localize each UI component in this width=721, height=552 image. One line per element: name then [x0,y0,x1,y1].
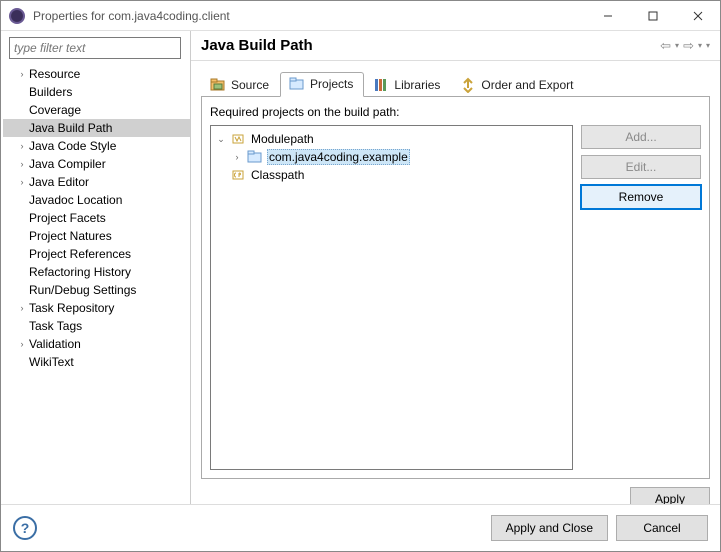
sidebar-item-label: WikiText [29,355,74,369]
expand-right-icon[interactable]: › [231,152,243,162]
libraries-icon [373,77,389,93]
maximize-button[interactable] [630,1,675,31]
sidebar-item-label: Resource [29,67,80,81]
apply-row: Apply [191,479,720,504]
tab-order-label: Order and Export [481,78,573,92]
tab-libraries-label: Libraries [394,78,440,92]
page-nav-arrows: ⇦ ▾ ⇨ ▾ ▾ [660,38,710,54]
sidebar-item-resource[interactable]: ›Resource [3,65,190,83]
expand-down-icon[interactable]: ⌄ [215,134,227,145]
modulepath-project-label: com.java4coding.example [267,149,410,165]
buildpath-buttons: Add... Edit... Remove [581,125,701,470]
window-title: Properties for com.java4coding.client [33,9,585,23]
chevron-right-icon[interactable]: › [17,303,27,313]
sidebar-item-java-build-path[interactable]: Java Build Path [3,119,190,137]
view-menu-icon[interactable]: ▾ [706,41,710,50]
page-title: Java Build Path [201,37,660,54]
sidebar-item-javadoc-location[interactable]: Javadoc Location [3,191,190,209]
tab-order[interactable]: Order and Export [451,73,584,97]
back-icon[interactable]: ⇦ [660,38,671,54]
sidebar-item-builders[interactable]: Builders [3,83,190,101]
chevron-right-icon[interactable]: › [17,141,27,151]
sidebar-item-java-editor[interactable]: ›Java Editor [3,173,190,191]
tab-source-label: Source [231,78,269,92]
sidebar-item-label: Project Facets [29,211,106,225]
sidebar-item-task-tags[interactable]: Task Tags [3,317,190,335]
sidebar-item-label: Project References [29,247,131,261]
edit-button[interactable]: Edit... [581,155,701,179]
sidebar-item-wikitext[interactable]: WikiText [3,353,190,371]
chevron-right-icon[interactable]: › [17,159,27,169]
sidebar-item-label: Refactoring History [29,265,131,279]
minimize-button[interactable] [585,1,630,31]
add-button[interactable]: Add... [581,125,701,149]
modulepath-label: Modulepath [251,132,314,146]
sidebar-item-label: Coverage [29,103,81,117]
classpath-icon [231,167,247,183]
chevron-right-icon[interactable]: › [17,177,27,187]
sidebar-item-label: Task Tags [29,319,82,333]
content: Java Build Path ⇦ ▾ ⇨ ▾ ▾ Source Pr [191,31,720,504]
sidebar-item-label: Java Build Path [29,121,112,135]
classpath-label: Classpath [251,168,304,182]
sidebar-item-label: Project Natures [29,229,112,243]
page-header: Java Build Path ⇦ ▾ ⇨ ▾ ▾ [191,31,720,61]
modulepath-node[interactable]: ⌄ Modulepath [215,130,568,148]
sidebar-item-project-natures[interactable]: Project Natures [3,227,190,245]
sidebar-item-label: Task Repository [29,301,114,315]
projects-folder-icon [289,76,305,92]
sidebar-item-project-facets[interactable]: Project Facets [3,209,190,227]
sidebar-item-project-references[interactable]: Project References [3,245,190,263]
order-export-icon [460,77,476,93]
sidebar-item-java-compiler[interactable]: ›Java Compiler [3,155,190,173]
sidebar-item-label: Java Compiler [29,157,106,171]
modulepath-project-item[interactable]: › com.java4coding.example [215,148,568,166]
tab-source[interactable]: Source [201,73,280,97]
buildpath-tree[interactable]: ⌄ Modulepath › com.java4coding.example [210,125,573,470]
sidebar-item-label: Javadoc Location [29,193,122,207]
tab-projects-label: Projects [310,77,353,91]
eclipse-icon [9,8,25,24]
tab-libraries[interactable]: Libraries [364,73,451,97]
filter-input[interactable] [9,37,181,59]
apply-close-button[interactable]: Apply and Close [491,515,608,541]
chevron-right-icon[interactable]: › [17,69,27,79]
forward-icon[interactable]: ⇨ [683,38,694,54]
sidebar-item-java-code-style[interactable]: ›Java Code Style [3,137,190,155]
tab-body: Required projects on the build path: ⌄ M… [201,96,710,479]
projects-caption: Required projects on the build path: [210,105,701,119]
sidebar-item-label: Java Code Style [29,139,116,153]
sidebar-item-validation[interactable]: ›Validation [3,335,190,353]
tabstrip: Source Projects Libraries Order and Expo… [201,71,710,96]
source-folder-icon [210,77,226,93]
sidebar-item-label: Validation [29,337,81,351]
filter-field-wrap [9,37,181,59]
sidebar-item-task-repository[interactable]: ›Task Repository [3,299,190,317]
modulepath-icon [231,131,247,147]
chevron-right-icon[interactable]: › [17,339,27,349]
sidebar-item-label: Java Editor [29,175,89,189]
back-menu-icon[interactable]: ▾ [675,41,679,50]
close-button[interactable] [675,1,720,31]
help-icon[interactable]: ? [13,516,37,540]
sidebar-item-label: Builders [29,85,72,99]
footer: ? Apply and Close Cancel [1,504,720,551]
cancel-button[interactable]: Cancel [616,515,708,541]
forward-menu-icon[interactable]: ▾ [698,41,702,50]
remove-button[interactable]: Remove [581,185,701,209]
titlebar: Properties for com.java4coding.client [1,1,720,31]
apply-button[interactable]: Apply [630,487,710,504]
sidebar-item-coverage[interactable]: Coverage [3,101,190,119]
sidebar-item-refactoring-history[interactable]: Refactoring History [3,263,190,281]
sidebar: ›ResourceBuildersCoverageJava Build Path… [1,31,191,504]
tab-projects[interactable]: Projects [280,72,364,97]
sidebar-item-label: Run/Debug Settings [29,283,136,297]
sidebar-item-run-debug-settings[interactable]: Run/Debug Settings [3,281,190,299]
project-folder-icon [247,149,263,165]
classpath-node[interactable]: Classpath [215,166,568,184]
